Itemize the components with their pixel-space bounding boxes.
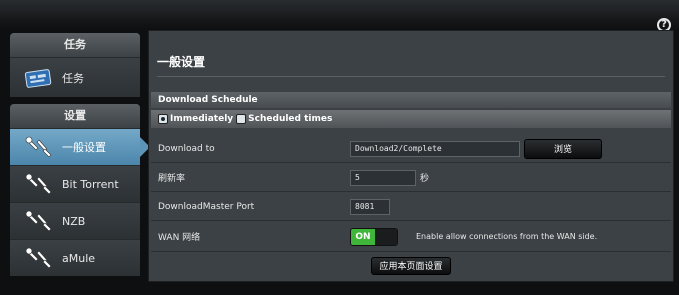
main-panel: 一般设置 Download Schedule Immediately Sched…	[148, 30, 674, 282]
sidebar-tasks-header: 任务	[10, 33, 140, 57]
wrench-icon	[22, 133, 56, 161]
title-divider	[157, 76, 665, 77]
immediately-radio[interactable]	[158, 114, 168, 124]
sidebar-item-label: aMule	[62, 251, 96, 265]
sidebar-settings-header: 设置	[10, 104, 140, 128]
apply-row: 应用本页面设置	[151, 252, 671, 280]
wrench-icon	[22, 207, 56, 235]
apply-button[interactable]: 应用本页面设置	[371, 257, 451, 275]
port-input[interactable]	[350, 198, 390, 215]
download-to-row: Download to 浏览	[151, 135, 671, 163]
sidebar-item-label: Bit Torrent	[62, 177, 119, 191]
wan-description: Enable allow connections from the WAN si…	[416, 232, 598, 241]
sidebar-item-label: 一般设置	[62, 141, 106, 154]
wan-row: WAN 网络 ON Enable allow connections from …	[151, 222, 671, 252]
refresh-input[interactable]	[350, 169, 416, 186]
toggle-knob	[375, 228, 397, 245]
task-icon	[22, 64, 56, 92]
scheduled-label[interactable]: Scheduled times	[248, 114, 332, 124]
wrench-icon	[22, 170, 56, 198]
scheduled-radio[interactable]	[236, 114, 247, 124]
sidebar-settings-group: 设置 一般设置 Bit Torrent NZB aMule	[10, 104, 150, 276]
schedule-options: Immediately Scheduled times	[151, 110, 671, 128]
sidebar-item-amule[interactable]: aMule	[10, 239, 140, 276]
refresh-unit: 秒	[420, 174, 430, 184]
download-to-label: Download to	[158, 143, 215, 154]
port-label: DownloadMaster Port	[158, 201, 255, 212]
sidebar-item-label: NZB	[62, 214, 86, 228]
toggle-on-label: ON	[351, 228, 375, 245]
refresh-label: 刷新率	[158, 174, 186, 184]
sidebar-tasks-group: 任务 任务	[10, 33, 140, 97]
page-title: 一般设置	[157, 55, 206, 69]
download-to-input[interactable]	[350, 140, 520, 157]
sidebar-item-tasks[interactable]: 任务	[10, 57, 140, 97]
sidebar-item-general[interactable]: 一般设置	[10, 128, 150, 165]
schedule-header: Download Schedule	[151, 92, 671, 108]
top-bar	[0, 0, 679, 30]
immediately-label[interactable]: Immediately	[170, 114, 233, 124]
sidebar-item-nzb[interactable]: NZB	[10, 202, 140, 239]
port-row: DownloadMaster Port	[151, 193, 671, 221]
wan-toggle[interactable]: ON	[350, 227, 398, 246]
wan-label: WAN 网络	[158, 233, 201, 243]
wrench-icon	[22, 244, 56, 272]
sidebar-item-bittorrent[interactable]: Bit Torrent	[10, 165, 140, 202]
browse-button[interactable]: 浏览	[524, 138, 602, 159]
sidebar-item-label: 任务	[62, 71, 84, 85]
refresh-row: 刷新率 秒	[151, 164, 671, 192]
